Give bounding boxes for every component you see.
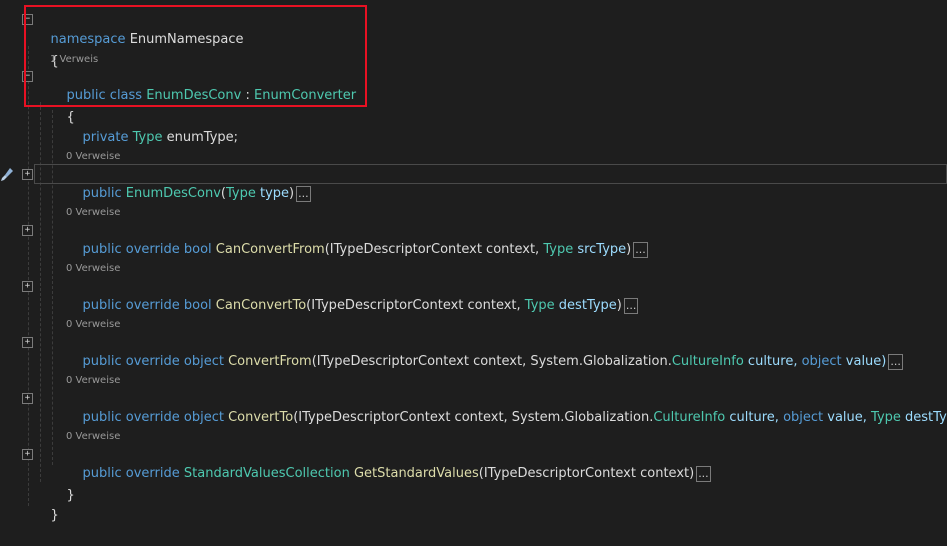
type-name: Type [225, 186, 256, 201]
fold-expand-icon[interactable]: + [22, 393, 33, 404]
method-name: CanConvertTo [215, 298, 307, 313]
collapsed-body-button[interactable]: ... [296, 185, 311, 202]
codelens-references[interactable]: 0 Verweise [66, 430, 120, 444]
code-line-field: private Type enumType; [66, 108, 947, 145]
fold-expand-icon[interactable]: + [22, 225, 33, 236]
param-name: srcType [577, 242, 627, 257]
fold-expand-icon[interactable]: + [22, 337, 33, 348]
param-name: destType [558, 298, 617, 313]
keyword: object [801, 354, 842, 369]
code-editor[interactable]: − namespace EnumNamespace { 1 Verweis − … [0, 0, 947, 524]
type-name: CultureInfo [653, 410, 726, 425]
codelens-references[interactable]: 0 Verweise [66, 262, 120, 276]
codelens-references[interactable]: 0 Verweise [66, 206, 120, 220]
keyword: public override bool [82, 242, 212, 257]
fold-expand-icon[interactable]: + [22, 281, 33, 292]
keyword: public override bool [82, 298, 212, 313]
paren: ) [626, 242, 632, 257]
type-name: Type [524, 298, 555, 313]
field-name: enumType; [166, 130, 239, 145]
method-name: ConvertFrom [228, 354, 312, 369]
code-line-getstandardvalues: public override StandardValuesCollection… [66, 444, 947, 482]
code-line-close-namespace: } [34, 486, 947, 523]
codelens-references[interactable]: 0 Verweise [66, 374, 120, 388]
keyword: public override object [82, 354, 224, 369]
code-line-convertfrom: public override object ConvertFrom(IType… [66, 332, 947, 370]
params: (ITypeDescriptorContext context, [324, 242, 544, 257]
method-name: EnumDesConv [125, 186, 221, 201]
code-line-close-class: } [50, 466, 947, 503]
keyword: object [783, 410, 824, 425]
quick-action-brush-icon[interactable] [0, 166, 14, 182]
code-line-canconvertfrom: public override bool CanConvertFrom(ITyp… [66, 220, 947, 258]
params: (ITypeDescriptorContext context, System.… [293, 410, 654, 425]
param-name: destType [905, 410, 947, 425]
code-line-canconvertto: public override bool CanConvertTo(ITypeD… [66, 276, 947, 314]
collapsed-body-button[interactable]: ... [888, 353, 903, 370]
highlight-box [24, 5, 367, 107]
paren: ) [616, 298, 622, 313]
paren: ) [289, 186, 295, 201]
type-name: Type [132, 130, 163, 145]
param-name: type [259, 186, 290, 201]
method-name: CanConvertFrom [215, 242, 325, 257]
keyword: public override object [82, 410, 224, 425]
param-name: value) [841, 354, 887, 369]
codelens-references[interactable]: 0 Verweise [66, 150, 120, 164]
collapsed-body-button[interactable]: ... [623, 297, 639, 314]
param-name: culture, [743, 354, 802, 369]
params: (ITypeDescriptorContext context, System.… [311, 354, 672, 369]
codelens-references[interactable]: 0 Verweise [66, 318, 120, 332]
keyword: private [82, 130, 129, 145]
fold-expand-icon[interactable]: + [22, 169, 33, 180]
code-line-constructor: public EnumDesConv(Type type)... [66, 164, 947, 202]
type-name: CultureInfo [671, 354, 744, 369]
type-name: Type [871, 410, 901, 425]
indent-guide-namespace [28, 46, 29, 506]
brace: } [50, 508, 59, 523]
indent-guide-class [40, 102, 41, 482]
keyword: public [82, 186, 122, 201]
fold-expand-icon[interactable]: + [22, 449, 33, 460]
params: (ITypeDescriptorContext context, [306, 298, 525, 313]
collapsed-body-button[interactable]: ... [633, 241, 648, 258]
method-name: ConvertTo [228, 410, 294, 425]
code-line-convertto: public override object ConvertTo(ITypeDe… [66, 388, 947, 425]
param-name: value, [823, 410, 872, 425]
param-name: culture, [725, 410, 784, 425]
type-name: Type [543, 242, 574, 257]
